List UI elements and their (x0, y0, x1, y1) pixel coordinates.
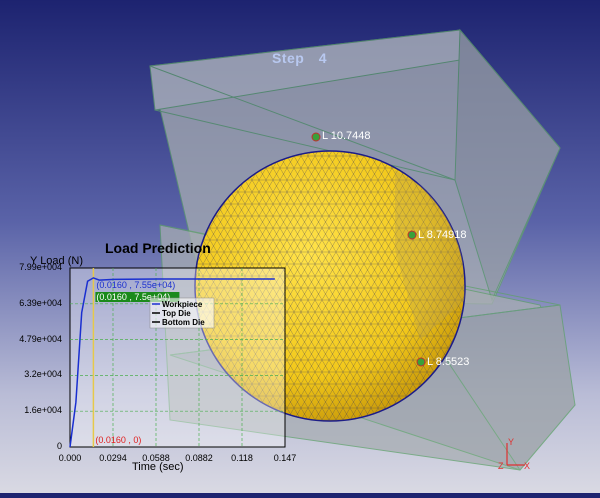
load-prediction-chart[interactable]: Load Prediction Y Load (N) 0 1.6e+004 3.2e… (0, 235, 300, 493)
step-indicator: Step 4 (272, 50, 327, 66)
triad-y-label: Y (508, 437, 514, 447)
marker-point-1[interactable] (311, 132, 321, 142)
3d-viewport[interactable]: Step 4 L 10.7448 L 8.74918 L 8.5523 Load… (0, 0, 600, 493)
triad-z-label: Z (498, 461, 504, 471)
x-axis-label: Time (sec) (132, 461, 184, 473)
axis-triad: Y X Z (498, 437, 530, 471)
step-value: 4 (318, 50, 328, 66)
marker-label-2: L 8.74918 (418, 229, 467, 241)
legend-entry: Top Die (162, 309, 191, 318)
step-label-text: Step (272, 50, 305, 66)
annotation-workpiece: (0.0160 , 7.55e+04) (96, 280, 175, 290)
marker-label-1: L 10.7448 (322, 130, 371, 142)
triad-x-label: X (524, 461, 530, 471)
legend-entry: Workpiece (162, 300, 203, 309)
marker-label-3: L 8.5523 (427, 356, 470, 368)
x-tick-label: 0.147 (273, 453, 297, 463)
marker-point-3[interactable] (416, 357, 426, 367)
marker-point-2[interactable] (407, 230, 417, 240)
legend-entry: Bottom Die (162, 318, 205, 327)
annotation-bottom-die: (0.0160 , 0) (95, 435, 141, 445)
